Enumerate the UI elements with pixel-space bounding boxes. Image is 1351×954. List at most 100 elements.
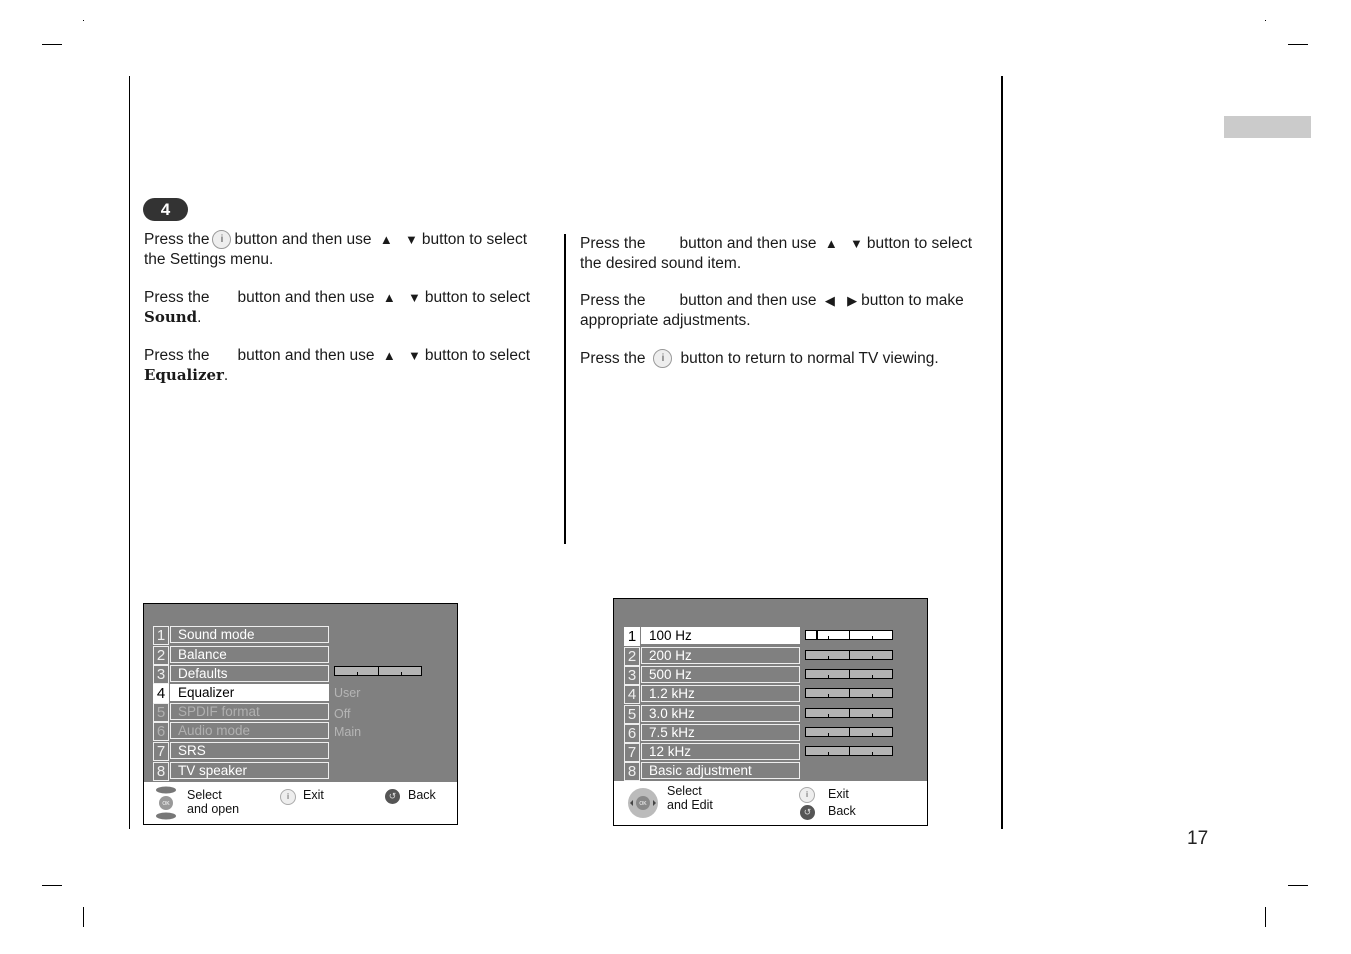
menu-item-defaults[interactable]: 3 Defaults <box>153 665 333 684</box>
eq-item-100-hz[interactable]: 1 100 Hz <box>624 627 804 646</box>
text: button and then use <box>679 235 817 252</box>
eq-item-12-khz[interactable]: 7 12 kHz <box>624 743 804 762</box>
back-icon: ↺ <box>800 805 815 820</box>
info-button-icon: i <box>799 787 815 803</box>
instruction-paragraph: Press the button and then use ▲ ▼ button t… <box>580 234 972 273</box>
crop-mark <box>83 907 84 927</box>
text: Press the <box>580 235 646 252</box>
eq-level-slider[interactable] <box>805 650 893 660</box>
eq-level-slider[interactable] <box>805 727 893 737</box>
menu-item-spdif-format[interactable]: 5 SPDIF format <box>153 703 333 722</box>
item-label: 12 kHz <box>641 743 800 760</box>
crop-dot <box>1265 20 1266 21</box>
item-label: 500 Hz <box>641 666 800 683</box>
spdif-value: Off <box>334 707 351 721</box>
item-label: 7.5 kHz <box>641 724 800 741</box>
item-label: 200 Hz <box>641 647 800 664</box>
text: the desired sound item. <box>580 254 742 272</box>
svg-text:OK: OK <box>639 801 647 807</box>
up-arrow-icon: ▲ <box>824 236 838 251</box>
item-label: Defaults <box>170 665 329 682</box>
menu-item-equalizer[interactable]: 4 Equalizer <box>153 684 333 703</box>
text: button to select <box>421 231 528 248</box>
step-badge: 4 <box>143 198 188 221</box>
page-number: 17 <box>1187 828 1209 849</box>
text: Press the <box>580 350 646 367</box>
menu-item-sound-mode[interactable]: 1 Sound mode <box>153 626 333 645</box>
text: Press the <box>144 347 210 364</box>
column-divider <box>564 234 566 544</box>
menu-footer: OK Select and Edit i Exit ↺ Back <box>614 781 927 825</box>
eq-level-slider[interactable] <box>805 669 893 679</box>
item-label: Equalizer <box>170 684 329 701</box>
text: button to make <box>861 292 964 309</box>
back-icon: ↺ <box>385 789 400 804</box>
instruction-paragraph: Press the button and then use ◀ ▶ button t… <box>580 291 964 330</box>
item-number: 8 <box>153 762 169 781</box>
item-label: SRS <box>170 742 329 759</box>
item-number: 2 <box>624 647 640 666</box>
eq-item-3-0-khz[interactable]: 5 3.0 kHz <box>624 705 804 724</box>
crop-mark <box>1288 44 1308 45</box>
right-margin-line <box>1001 76 1003 829</box>
menu-item-srs[interactable]: 7 SRS <box>153 742 333 761</box>
item-number: 6 <box>153 722 169 741</box>
menu-item-balance[interactable]: 2 Balance <box>153 646 333 665</box>
instruction-paragraph: Press the i button to return to normal TV … <box>580 349 939 369</box>
slider-knob[interactable] <box>816 631 818 639</box>
navigation-pad-icon: OK <box>156 786 176 820</box>
down-arrow-icon: ▼ <box>408 348 421 363</box>
eq-item-basic-adjustment[interactable]: 8 Basic adjustment <box>624 762 804 781</box>
menu-item-audio-mode[interactable]: 6 Audio mode <box>153 722 333 741</box>
back-hint: Back <box>828 804 856 818</box>
equalizer-value: User <box>334 686 361 700</box>
item-label: Balance <box>170 646 329 663</box>
down-arrow-icon: ▼ <box>408 290 421 305</box>
text: and open <box>187 802 240 816</box>
item-number: 6 <box>624 724 640 743</box>
exit-hint: Exit <box>828 787 849 801</box>
text: button and then use <box>234 231 372 248</box>
text: appropriate adjustments. <box>580 311 751 329</box>
item-number: 7 <box>153 742 169 761</box>
crop-mark <box>1265 907 1266 927</box>
item-number: 1 <box>153 626 169 645</box>
eq-item-200-hz[interactable]: 2 200 Hz <box>624 647 804 666</box>
text: button and then use <box>237 347 375 364</box>
item-label: 100 Hz <box>641 627 800 644</box>
down-arrow-icon: ▼ <box>405 232 418 247</box>
eq-level-slider[interactable] <box>805 688 893 698</box>
text: the Settings menu. <box>144 250 274 268</box>
item-label: 3.0 kHz <box>641 705 800 722</box>
navigation-pad-icon: OK <box>628 788 658 818</box>
eq-item-500-hz[interactable]: 3 500 Hz <box>624 666 804 685</box>
audio-mode-value: Main <box>334 725 362 739</box>
text: button and then use <box>679 292 817 309</box>
crop-mark <box>1288 885 1308 886</box>
text: Press the <box>144 231 210 248</box>
up-arrow-icon: ▲ <box>382 348 396 363</box>
right-arrow-icon: ▶ <box>847 293 858 308</box>
text: Select <box>187 788 222 802</box>
text: . <box>197 308 202 326</box>
item-number: 1 <box>624 627 640 646</box>
crop-dot <box>83 20 84 21</box>
info-button-icon: i <box>280 789 296 805</box>
up-arrow-icon: ▲ <box>379 232 393 247</box>
eq-item-7-5-khz[interactable]: 6 7.5 kHz <box>624 724 804 743</box>
item-number: 4 <box>153 684 169 703</box>
eq-level-slider[interactable] <box>805 708 893 718</box>
crop-mark <box>42 44 62 45</box>
left-margin-line <box>129 76 130 829</box>
eq-item-1-2-khz[interactable]: 4 1.2 kHz <box>624 685 804 704</box>
eq-level-slider[interactable] <box>805 630 893 640</box>
select-hint: Select and open <box>187 788 239 816</box>
instruction-paragraph: Press the button and then use ▲ ▼ button t… <box>144 346 530 385</box>
menu-item-tv-speaker[interactable]: 8 TV speaker <box>153 762 333 781</box>
item-label: 1.2 kHz <box>641 685 800 702</box>
item-number: 2 <box>153 646 169 665</box>
eq-level-slider[interactable] <box>805 746 893 756</box>
text: . <box>223 366 229 384</box>
text: Press the <box>580 292 646 309</box>
item-number: 4 <box>624 685 640 704</box>
